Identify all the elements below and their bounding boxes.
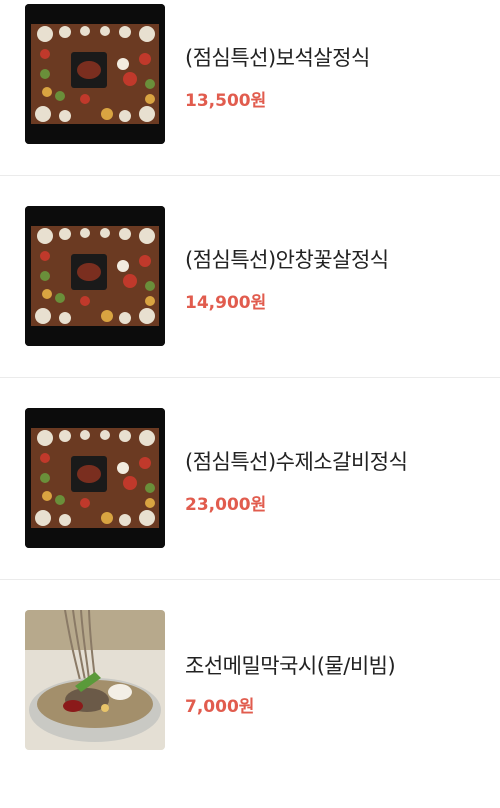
menu-item-boseoksal[interactable]: (점심특선)보석살정식 13,500원 <box>0 0 500 202</box>
menu-item-name: (점심특선)보석살정식 <box>185 46 370 70</box>
food-photo-icon <box>25 206 165 346</box>
menu-item-name: (점심특선)수제소갈비정식 <box>185 450 408 474</box>
food-photo-icon <box>25 408 165 548</box>
divider <box>0 377 500 378</box>
menu-item-name: (점심특선)안창꽃살정식 <box>185 248 389 272</box>
table-spread-icon <box>25 206 165 346</box>
divider <box>0 579 500 580</box>
menu-item-price: 23,000원 <box>185 495 267 515</box>
divider <box>0 175 500 176</box>
food-photo-icon <box>25 610 165 750</box>
table-spread-icon <box>25 4 165 144</box>
menu-item-anchangkkotsal[interactable]: (점심특선)안창꽃살정식 14,900원 <box>0 202 500 404</box>
table-spread-icon <box>25 408 165 548</box>
menu-item-sujesogalbi[interactable]: (점심특선)수제소갈비정식 23,000원 <box>0 404 500 606</box>
menu-item-name: 조선메밀막국시(물/비빔) <box>185 654 396 678</box>
menu-item-makguksi[interactable]: 조선메밀막국시(물/비빔) 7,000원 <box>0 606 500 808</box>
menu-item-price: 13,500원 <box>185 91 267 111</box>
menu-list: (점심특선)보석살정식 13,500원 (점심특선)안창꽃살정식 14,900원… <box>0 0 500 770</box>
food-photo-icon <box>25 4 165 144</box>
menu-item-price: 7,000원 <box>185 697 255 717</box>
noodle-bowl-icon <box>25 610 165 750</box>
menu-item-price: 14,900원 <box>185 293 267 313</box>
